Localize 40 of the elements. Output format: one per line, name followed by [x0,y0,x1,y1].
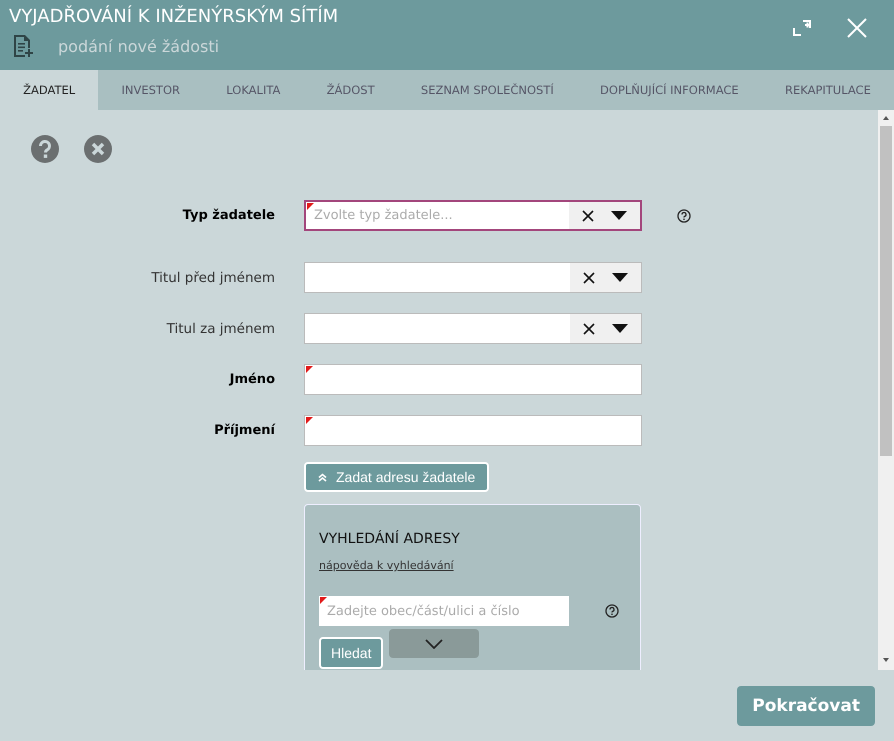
tab[interactable]: INVESTOR [98,70,204,110]
field-label: Typ žadatele [182,208,276,223]
help-icon[interactable] [605,604,619,618]
select-field[interactable] [304,313,642,344]
chevrons-up-icon [318,472,327,482]
cancel-icon[interactable] [84,135,112,163]
tab[interactable]: LOKALITA [203,70,304,110]
expand-icon[interactable] [792,18,812,38]
field-label: Titul před jménem [150,270,276,286]
search-button[interactable]: Hledat [319,637,384,669]
field-label: Příjmení [213,423,276,438]
window-title: VYJADŘOVÁNÍ K INŽENÝRSKÝM SÍTÍM [9,6,338,28]
tab[interactable]: ŽADATEL [0,70,98,110]
help-icon[interactable] [677,208,691,222]
input-field[interactable] [304,364,642,395]
clear-icon[interactable] [582,322,595,334]
address-toggle-button[interactable]: Zadat adresu žadatele [304,462,490,492]
field-label: Titul za jménem [166,320,276,336]
dropdown-arrow-icon[interactable] [611,211,628,220]
input-field[interactable] [304,415,642,446]
select-field[interactable]: Zvolte typ žadatele... [304,200,642,231]
tab[interactable]: REKAPITULACE [762,70,894,110]
tab[interactable]: ŽÁDOST [303,70,398,110]
clear-icon[interactable] [582,272,595,284]
address-input-field[interactable]: Zadejte obec/část/ulici a číslo [319,596,569,626]
window-subtitle: podání nové žádosti [58,36,220,56]
tab[interactable]: SEZNAM SPOLEČNOSTÍ [398,70,577,110]
close-icon[interactable] [847,18,867,38]
tab[interactable]: DOPLŇUJÍCÍ INFORMACE [576,70,762,110]
scrollbar[interactable] [878,110,894,670]
clear-icon[interactable] [582,210,594,222]
field-label: Jméno [228,372,276,387]
document-plus-icon [12,34,34,58]
dropdown-arrow-icon[interactable] [612,324,628,333]
dropdown-arrow-icon[interactable] [612,273,628,282]
panel-title: VYHLEDÁNÍ ADRESY [319,531,461,547]
help-link[interactable]: nápověda k vyhledávání [319,559,626,572]
chevron-down-icon [425,638,444,648]
continue-button[interactable]: Pokračovat [737,686,875,726]
select-field[interactable] [304,262,642,293]
